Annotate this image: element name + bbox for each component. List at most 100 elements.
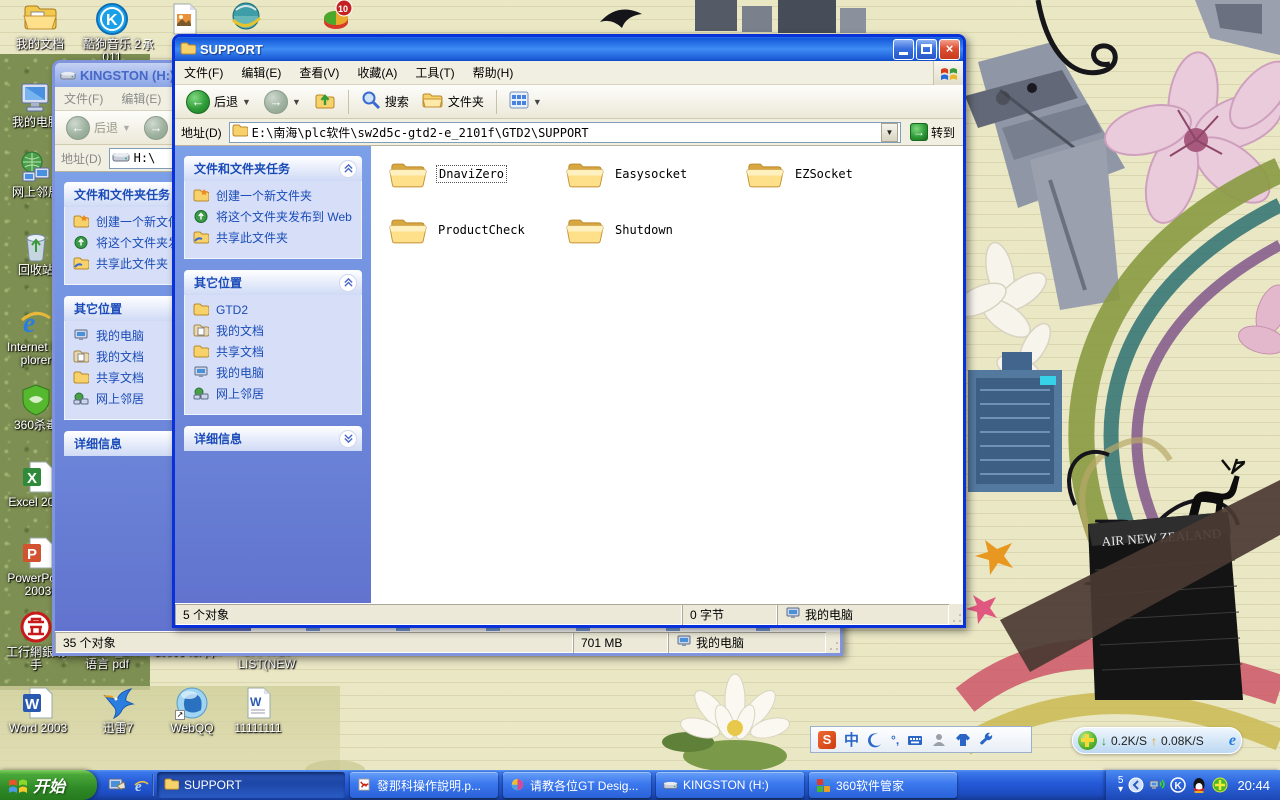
support-titlebar[interactable]: SUPPORT × bbox=[175, 37, 963, 61]
punctuation-mode-icon[interactable]: °, bbox=[891, 733, 899, 747]
status-objects: 35 个对象 bbox=[55, 632, 573, 653]
expand-chevron-icon[interactable] bbox=[339, 430, 357, 448]
user-icon[interactable] bbox=[931, 732, 947, 748]
share-folder-icon bbox=[193, 231, 209, 244]
menu-edit[interactable]: 编辑(E) bbox=[112, 87, 170, 110]
menu-tools[interactable]: 工具(T) bbox=[406, 61, 463, 84]
kingston-statusbar: 35 个对象 701 MB 我的电脑 bbox=[55, 631, 840, 653]
address-input[interactable]: E:\南海\plc软件\sw2d5c-gtd2-e_2101f\GTD2\SUP… bbox=[229, 122, 901, 143]
menu-edit[interactable]: 编辑(E) bbox=[232, 61, 290, 84]
svg-text:W: W bbox=[250, 695, 262, 709]
start-button[interactable]: 开始 bbox=[0, 770, 97, 800]
task-publish-web[interactable]: 将这个文件夹发布到 Web bbox=[193, 210, 355, 224]
taskbar-button-pdf[interactable]: 發那科操作說明.p... bbox=[350, 772, 498, 798]
desktop-icon-kugou[interactable]: K 酷狗音乐 2011 bbox=[80, 2, 144, 64]
back-dropdown[interactable]: ▼ bbox=[122, 123, 131, 133]
menu-file[interactable]: 文件(F) bbox=[55, 87, 112, 110]
folders-button[interactable]: 文件夹 bbox=[417, 88, 489, 115]
panel-header[interactable]: 其它位置 bbox=[184, 270, 362, 295]
wrench-settings-icon[interactable] bbox=[979, 732, 995, 748]
menu-help[interactable]: 帮助(H) bbox=[464, 61, 523, 84]
ime-tray-indicator[interactable]: 5▾ bbox=[1118, 776, 1124, 794]
hide-icons-chevron[interactable] bbox=[1128, 777, 1144, 793]
desktop-icon-webqq[interactable]: ↗ WebQQ bbox=[160, 686, 224, 735]
fullwidth-moon-icon[interactable] bbox=[867, 732, 883, 748]
360-tray-icon[interactable] bbox=[1212, 777, 1228, 793]
close-button[interactable]: × bbox=[939, 39, 960, 60]
desktop-icon-word-doc[interactable]: W 11111111 bbox=[226, 686, 290, 735]
drive-icon bbox=[663, 778, 678, 792]
search-button[interactable]: 搜索 bbox=[356, 87, 414, 116]
soft-keyboard-icon[interactable] bbox=[907, 732, 923, 748]
menu-view[interactable]: 查看(V) bbox=[290, 61, 348, 84]
views-button[interactable]: ▼ bbox=[504, 88, 547, 115]
desktop-icon-word[interactable]: W Word 2003 bbox=[6, 686, 70, 735]
desktop-icon-globe-app[interactable] bbox=[214, 0, 278, 36]
net-speed-widget[interactable]: ↓ 0.2K/S ↑ 0.08K/S e bbox=[1072, 727, 1242, 754]
place-network[interactable]: 网上邻居 bbox=[193, 387, 355, 401]
task-share-folder[interactable]: 共享此文件夹 bbox=[193, 231, 355, 245]
desktop-icon-thunder[interactable]: 迅雷7 bbox=[86, 686, 150, 735]
up-button[interactable] bbox=[309, 87, 341, 116]
webqq-icon: ↗ bbox=[175, 686, 209, 720]
resize-grip[interactable] bbox=[949, 604, 963, 625]
ie-browser-icon[interactable]: e bbox=[1229, 732, 1236, 750]
qq-tray-icon[interactable] bbox=[1191, 777, 1207, 793]
icon-label: 迅雷7 bbox=[86, 722, 150, 735]
kugou-tray-icon[interactable]: K bbox=[1170, 777, 1186, 793]
forward-icon: → bbox=[264, 90, 288, 114]
desktop: P AIR NEW ZEALAND bbox=[0, 0, 1280, 800]
taskbar-button-kingston[interactable]: KINGSTON (H:) bbox=[656, 772, 804, 798]
skin-shirt-icon[interactable] bbox=[955, 732, 971, 748]
collapse-chevron-icon[interactable] bbox=[339, 274, 357, 292]
folder-tile-shutdown[interactable]: Shutdown bbox=[566, 210, 675, 250]
collapse-chevron-icon[interactable] bbox=[339, 160, 357, 178]
drive-icon bbox=[112, 151, 130, 165]
folder-icon bbox=[566, 159, 604, 190]
task-new-folder[interactable]: 创建一个新文件夹 bbox=[193, 189, 355, 203]
ime-mode-chinese[interactable]: 中 bbox=[844, 729, 859, 750]
folder-tile-easysocket[interactable]: Easysocket bbox=[566, 154, 689, 194]
clock[interactable]: 20:44 bbox=[1237, 778, 1270, 793]
menu-favorites[interactable]: 收藏(A) bbox=[348, 61, 406, 84]
support-sidepanel: 文件和文件夹任务 创建一个新文件夹 将这个文件夹发布到 Web bbox=[175, 146, 371, 603]
back-button[interactable]: ← 后退 ▼ bbox=[61, 113, 136, 143]
sogou-logo-icon[interactable]: S bbox=[818, 731, 836, 749]
support-content[interactable]: DnaviZero Easysocket EZSocket ProductChe… bbox=[371, 146, 963, 603]
folder-tile-ezsocket[interactable]: EZSocket bbox=[746, 154, 855, 194]
taskbar-button-webpage[interactable]: 请教各位GT Desig... bbox=[503, 772, 651, 798]
taskbar-button-support[interactable]: SUPPORT bbox=[157, 772, 345, 798]
forward-button[interactable]: → ▼ bbox=[259, 87, 306, 117]
pdf-icon bbox=[357, 778, 372, 792]
desktop-icon-picture-file[interactable] bbox=[152, 2, 216, 38]
address-dropdown[interactable]: ▼ bbox=[881, 123, 898, 142]
ie-quicklaunch-icon[interactable]: e bbox=[133, 777, 150, 794]
place-my-computer[interactable]: 我的电脑 bbox=[193, 366, 355, 380]
back-button[interactable]: ← 后退 ▼ bbox=[181, 87, 256, 117]
task-buttons: SUPPORT 發那科操作說明.p... 请教各位GT Desig... KIN… bbox=[157, 772, 957, 798]
desktop-icon-chart-10[interactable]: 10 bbox=[304, 0, 368, 36]
maximize-button[interactable] bbox=[916, 39, 937, 60]
search-icon bbox=[361, 90, 381, 113]
window-title: SUPPORT bbox=[200, 42, 891, 57]
menu-file[interactable]: 文件(F) bbox=[175, 61, 232, 84]
taskbar-button-360-manager[interactable]: 360软件管家 bbox=[809, 772, 957, 798]
place-shared-documents[interactable]: 共享文档 bbox=[193, 345, 355, 359]
panel-header[interactable]: 文件和文件夹任务 bbox=[184, 156, 362, 181]
folder-tile-dnavizero[interactable]: DnaviZero bbox=[389, 154, 507, 194]
back-dropdown[interactable]: ▼ bbox=[242, 97, 251, 107]
go-button[interactable]: → 转到 bbox=[906, 121, 959, 144]
place-gtd2[interactable]: GTD2 bbox=[193, 303, 355, 317]
panel-header[interactable]: 详细信息 bbox=[184, 426, 362, 451]
place-my-documents[interactable]: 我的文档 bbox=[193, 324, 355, 338]
network-tray-icon[interactable] bbox=[1149, 777, 1165, 793]
show-desktop-icon[interactable] bbox=[108, 777, 125, 794]
address-label: 地址(D) bbox=[59, 150, 104, 167]
desktop-icon-my-documents[interactable]: 我的文档 bbox=[8, 2, 72, 51]
system-tray: 5▾ K 20:44 bbox=[1106, 770, 1280, 800]
minimize-button[interactable] bbox=[893, 39, 914, 60]
views-dropdown[interactable]: ▼ bbox=[533, 97, 542, 107]
forward-dropdown[interactable]: ▼ bbox=[292, 97, 301, 107]
folder-tile-productcheck[interactable]: ProductCheck bbox=[389, 210, 527, 250]
resize-grip[interactable] bbox=[826, 632, 840, 653]
